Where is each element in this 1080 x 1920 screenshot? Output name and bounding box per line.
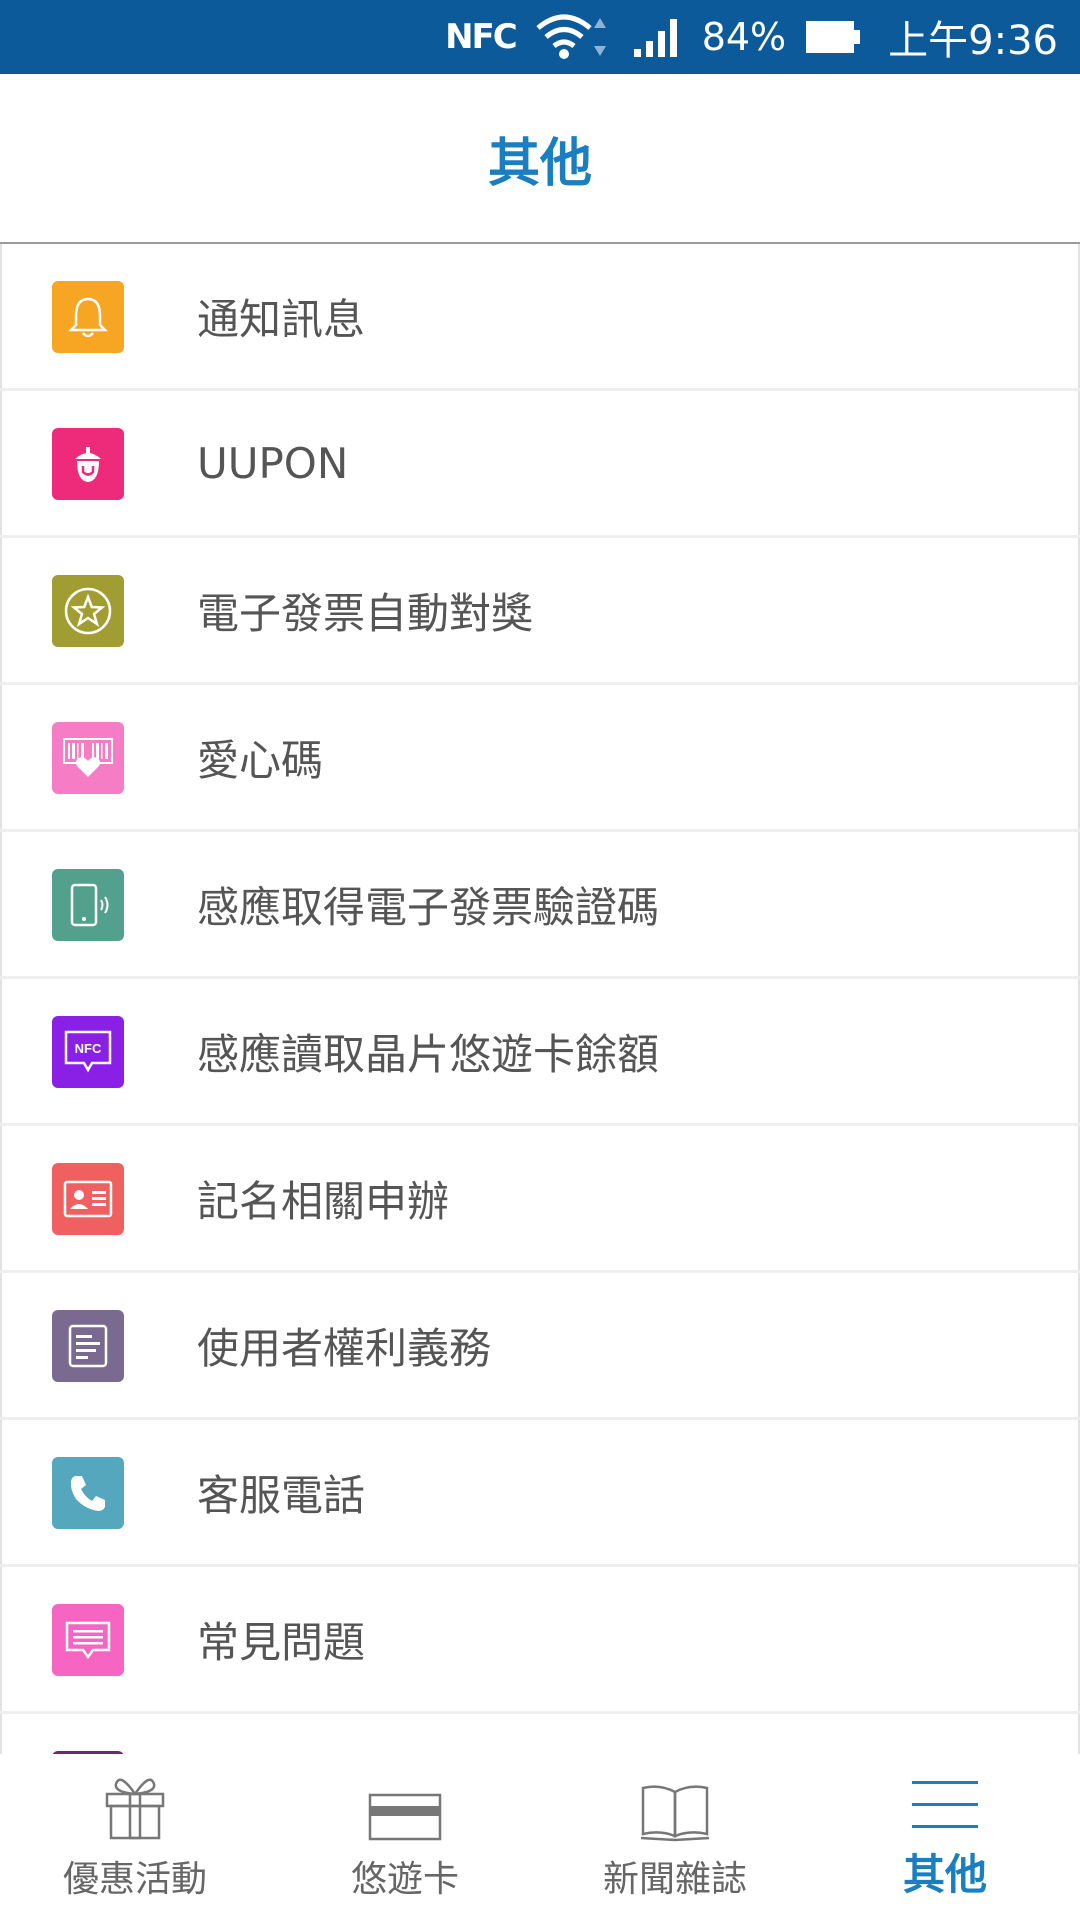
- menu-item-label: 客服電話: [197, 1470, 366, 1520]
- tab-easycard[interactable]: 悠遊卡: [270, 1754, 540, 1920]
- app-header: 其他: [0, 74, 1080, 244]
- menu-item-donation-code[interactable]: 愛心碼: [0, 685, 1080, 829]
- tab-label: 優惠活動: [62, 1859, 207, 1900]
- menu-item-uupon[interactable]: UUPON: [0, 391, 1080, 535]
- tab-news[interactable]: 新聞雜誌: [540, 1754, 810, 1920]
- nfc-indicator: NFC: [445, 17, 518, 57]
- nfc-icon-text: NFC: [75, 1041, 102, 1056]
- message-icon: [52, 1604, 124, 1676]
- menu-item-partial[interactable]: [0, 1714, 1080, 1754]
- nfc-chat-icon: NFC: [52, 1016, 124, 1088]
- menu-item-user-rights[interactable]: 使用者權利義務: [0, 1273, 1080, 1417]
- signal-icon: [632, 15, 684, 59]
- menu-item-label: 感應取得電子發票驗證碼: [197, 882, 660, 932]
- menu-list[interactable]: 通知訊息 UUPON 電子發票自動對獎 愛心碼 感應取得電子發票驗證碼 NFC …: [0, 244, 1080, 1754]
- tab-other[interactable]: 其他: [810, 1754, 1080, 1920]
- wifi-icon: [534, 12, 614, 62]
- menu-item-label: 感應讀取晶片悠遊卡餘額: [197, 1029, 660, 1079]
- star-medal-icon: [52, 575, 124, 647]
- menu-item-label: 使用者權利義務: [197, 1323, 492, 1373]
- bottom-tab-bar: 優惠活動 悠遊卡 新聞雜誌 其他: [0, 1754, 1080, 1920]
- menu-item-label: 電子發票自動對獎: [197, 588, 534, 638]
- page-title: 其他: [487, 133, 592, 194]
- tab-label: 其他: [902, 1850, 987, 1899]
- menu-item-label: 愛心碼: [197, 735, 324, 785]
- menu-item-faq[interactable]: 常見問題: [0, 1567, 1080, 1711]
- book-icon: [638, 1764, 712, 1842]
- menu-item-customer-service[interactable]: 客服電話: [0, 1420, 1080, 1564]
- bell-icon: [52, 281, 124, 353]
- battery-percent: 84%: [701, 15, 787, 59]
- barcode-heart-icon: [52, 722, 124, 794]
- document-icon: [52, 1310, 124, 1382]
- menu-item-label: 記名相關申辦: [197, 1176, 450, 1226]
- tab-label: 新聞雜誌: [602, 1859, 747, 1900]
- tab-label: 悠遊卡: [350, 1859, 459, 1900]
- tab-promotions[interactable]: 優惠活動: [0, 1754, 270, 1920]
- phone-tap-icon: [52, 869, 124, 941]
- phone-icon: [52, 1457, 124, 1529]
- menu-item-registration[interactable]: 記名相關申辦: [0, 1126, 1080, 1270]
- card-icon: [367, 1764, 443, 1842]
- menu-icon: [910, 1755, 980, 1833]
- menu-item-invoice-lottery[interactable]: 電子發票自動對獎: [0, 538, 1080, 682]
- menu-item-invoice-verification[interactable]: 感應取得電子發票驗證碼: [0, 832, 1080, 976]
- menu-item-label: UUPON: [197, 438, 349, 488]
- status-bar: NFC 84% 上午9:36: [0, 0, 1080, 74]
- menu-item-label: 通知訊息: [197, 294, 366, 344]
- menu-item-label: 常見問題: [197, 1617, 366, 1667]
- clock: 上午9:36: [888, 18, 1058, 64]
- menu-item-card-balance[interactable]: NFC 感應讀取晶片悠遊卡餘額: [0, 979, 1080, 1123]
- battery-icon: [804, 17, 864, 57]
- id-card-icon: [52, 1163, 124, 1235]
- gift-icon: [100, 1764, 170, 1842]
- menu-item-notifications[interactable]: 通知訊息: [0, 244, 1080, 388]
- acorn-icon: [52, 428, 124, 500]
